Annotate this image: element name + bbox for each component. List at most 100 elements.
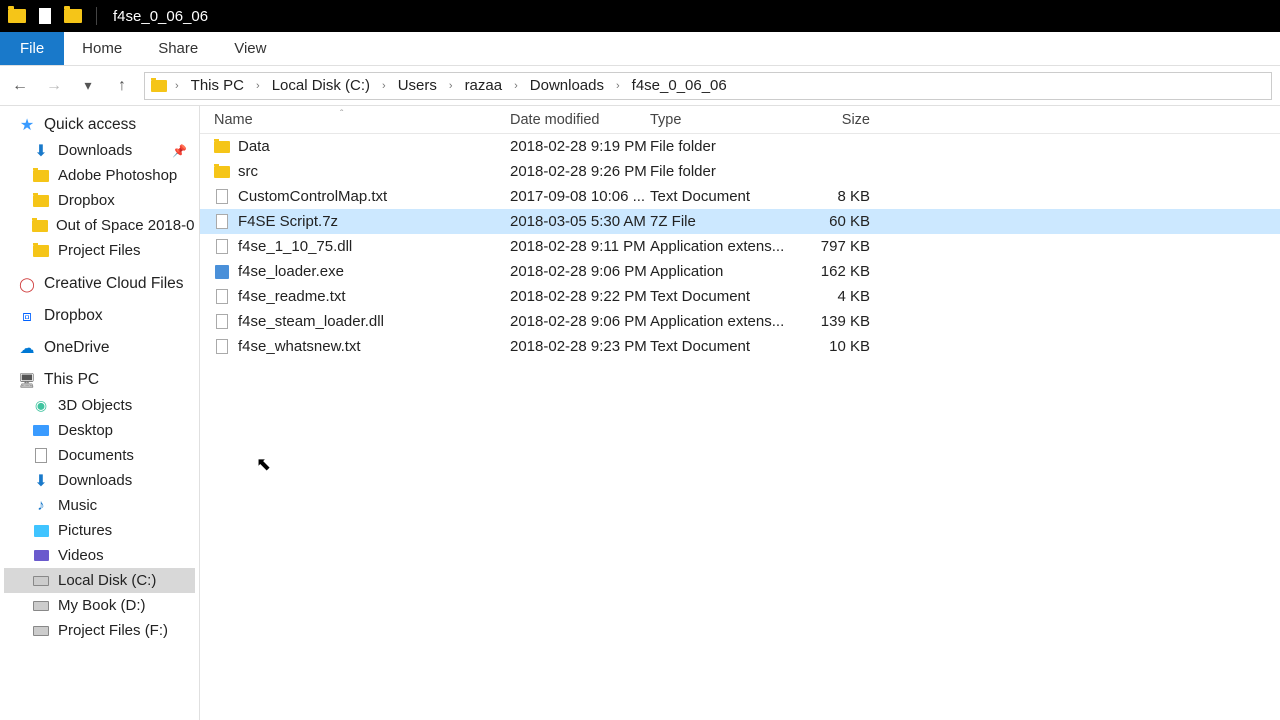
sidebar-item[interactable]: Project Files — [4, 238, 195, 263]
breadcrumb-item[interactable]: f4se_0_06_06 — [628, 77, 731, 94]
sidebar-label: Documents — [58, 447, 134, 464]
cell-type: Text Document — [650, 188, 790, 205]
chevron-right-icon: › — [510, 80, 522, 92]
cell-name: f4se_readme.txt — [200, 288, 510, 305]
up-button[interactable]: ↑ — [110, 74, 134, 98]
sidebar-label: Adobe Photoshop — [58, 167, 177, 184]
sidebar-root-item[interactable]: ☁OneDrive — [4, 335, 195, 361]
sidebar-label: Project Files (F:) — [58, 622, 168, 639]
column-type[interactable]: Type — [650, 112, 790, 128]
nav-bar: ← → ▾ ↑ › This PC › Local Disk (C:) › Us… — [0, 66, 1280, 106]
breadcrumb-item[interactable]: Local Disk (C:) — [268, 77, 374, 94]
tab-home[interactable]: Home — [64, 32, 140, 65]
disk-icon — [32, 598, 50, 614]
sidebar-item[interactable]: Videos — [4, 543, 195, 568]
file-row[interactable]: Data2018-02-28 9:19 PMFile folder — [200, 134, 1280, 159]
sidebar-root-item[interactable]: 🖥This PC — [4, 367, 195, 393]
breadcrumb-item[interactable]: This PC — [187, 77, 248, 94]
file-name: f4se_readme.txt — [238, 288, 346, 305]
forward-button[interactable]: → — [42, 74, 66, 98]
folder-icon — [32, 168, 50, 184]
sidebar-item[interactable]: Documents — [4, 443, 195, 468]
file-row[interactable]: f4se_readme.txt2018-02-28 9:22 PMText Do… — [200, 284, 1280, 309]
chevron-down-icon: ▾ — [84, 77, 91, 94]
cell-size: 797 KB — [790, 238, 880, 255]
column-size[interactable]: Size — [790, 112, 880, 128]
folder-icon — [6, 5, 28, 27]
address-bar[interactable]: › This PC › Local Disk (C:) › Users › ra… — [144, 72, 1272, 100]
file-icon — [34, 5, 56, 27]
sidebar-item[interactable]: Dropbox — [4, 188, 195, 213]
disk-icon — [32, 573, 50, 589]
cell-date: 2018-02-28 9:19 PM — [510, 138, 650, 155]
file-row[interactable]: F4SE Script.7z2018-03-05 5:30 AM7Z File6… — [200, 209, 1280, 234]
cell-type: Application extens... — [650, 238, 790, 255]
column-name[interactable]: Name ˆ — [200, 112, 510, 128]
cell-type: Application extens... — [650, 313, 790, 330]
sidebar-label: Dropbox — [44, 307, 103, 325]
tab-view[interactable]: View — [216, 32, 284, 65]
cell-name: f4se_whatsnew.txt — [200, 338, 510, 355]
file-row[interactable]: CustomControlMap.txt2017-09-08 10:06 ...… — [200, 184, 1280, 209]
file-row[interactable]: src2018-02-28 9:26 PMFile folder — [200, 159, 1280, 184]
file-tab[interactable]: File — [0, 32, 64, 65]
sidebar-item[interactable]: ⬇Downloads — [4, 468, 195, 493]
cell-name: f4se_loader.exe — [200, 263, 510, 280]
cell-date: 2017-09-08 10:06 ... — [510, 188, 650, 205]
cell-size: 60 KB — [790, 213, 880, 230]
cell-date: 2018-02-28 9:06 PM — [510, 313, 650, 330]
file-row[interactable]: f4se_whatsnew.txt2018-02-28 9:23 PMText … — [200, 334, 1280, 359]
sidebar-quick-access[interactable]: ★ Quick access — [4, 112, 195, 138]
sidebar-item[interactable]: ⬇Downloads📌 — [4, 138, 195, 163]
cell-date: 2018-02-28 9:06 PM — [510, 263, 650, 280]
breadcrumb-item[interactable]: Users — [394, 77, 441, 94]
cell-type: File folder — [650, 138, 790, 155]
breadcrumb-item[interactable]: Downloads — [526, 77, 608, 94]
file-row[interactable]: f4se_loader.exe2018-02-28 9:06 PMApplica… — [200, 259, 1280, 284]
cell-name: Data — [200, 138, 510, 155]
cell-type: 7Z File — [650, 213, 790, 230]
cell-date: 2018-02-28 9:23 PM — [510, 338, 650, 355]
file-icon — [214, 339, 230, 355]
tab-share[interactable]: Share — [140, 32, 216, 65]
star-icon: ★ — [18, 117, 36, 133]
sidebar-label: 3D Objects — [58, 397, 132, 414]
file-row[interactable]: f4se_1_10_75.dll2018-02-28 9:11 PMApplic… — [200, 234, 1280, 259]
sidebar-item[interactable]: ◉3D Objects — [4, 393, 195, 418]
file-name: F4SE Script.7z — [238, 213, 338, 230]
cell-size: 162 KB — [790, 263, 880, 280]
sidebar-item[interactable]: ♪Music — [4, 493, 195, 518]
sidebar-item[interactable]: Adobe Photoshop — [4, 163, 195, 188]
sidebar-item[interactable]: My Book (D:) — [4, 593, 195, 618]
sidebar-label: My Book (D:) — [58, 597, 146, 614]
cell-type: File folder — [650, 163, 790, 180]
sidebar-item[interactable]: Desktop — [4, 418, 195, 443]
arrow-up-icon: ↑ — [118, 77, 126, 95]
sidebar-label: Local Disk (C:) — [58, 572, 156, 589]
cell-size: 4 KB — [790, 288, 880, 305]
file-row[interactable]: f4se_steam_loader.dll2018-02-28 9:06 PMA… — [200, 309, 1280, 334]
recent-dropdown[interactable]: ▾ — [76, 74, 100, 98]
sidebar-label: Videos — [58, 547, 104, 564]
sidebar-root-item[interactable]: ◯Creative Cloud Files — [4, 271, 195, 297]
pin-icon: 📌 — [172, 144, 187, 158]
breadcrumb-item[interactable]: razaa — [461, 77, 507, 94]
sidebar-item[interactable]: Pictures — [4, 518, 195, 543]
file-icon — [214, 289, 230, 305]
sidebar-root-item[interactable]: ⧈Dropbox — [4, 303, 195, 329]
document-icon — [32, 448, 50, 464]
sidebar-label: OneDrive — [44, 339, 109, 357]
column-date[interactable]: Date modified — [510, 112, 650, 128]
folder-icon — [214, 139, 230, 155]
sidebar-label: Dropbox — [58, 192, 115, 209]
folder-icon — [32, 193, 50, 209]
pc-icon: 🖥 — [18, 372, 36, 388]
cell-date: 2018-02-28 9:11 PM — [510, 238, 650, 255]
file-icon — [214, 189, 230, 205]
sidebar-item[interactable]: Project Files (F:) — [4, 618, 195, 643]
sidebar-label: Out of Space 2018-0 — [56, 217, 194, 234]
desktop-icon — [32, 423, 50, 439]
sidebar-item[interactable]: Local Disk (C:) — [4, 568, 195, 593]
back-button[interactable]: ← — [8, 74, 32, 98]
sidebar-item[interactable]: Out of Space 2018-0 — [4, 213, 195, 238]
